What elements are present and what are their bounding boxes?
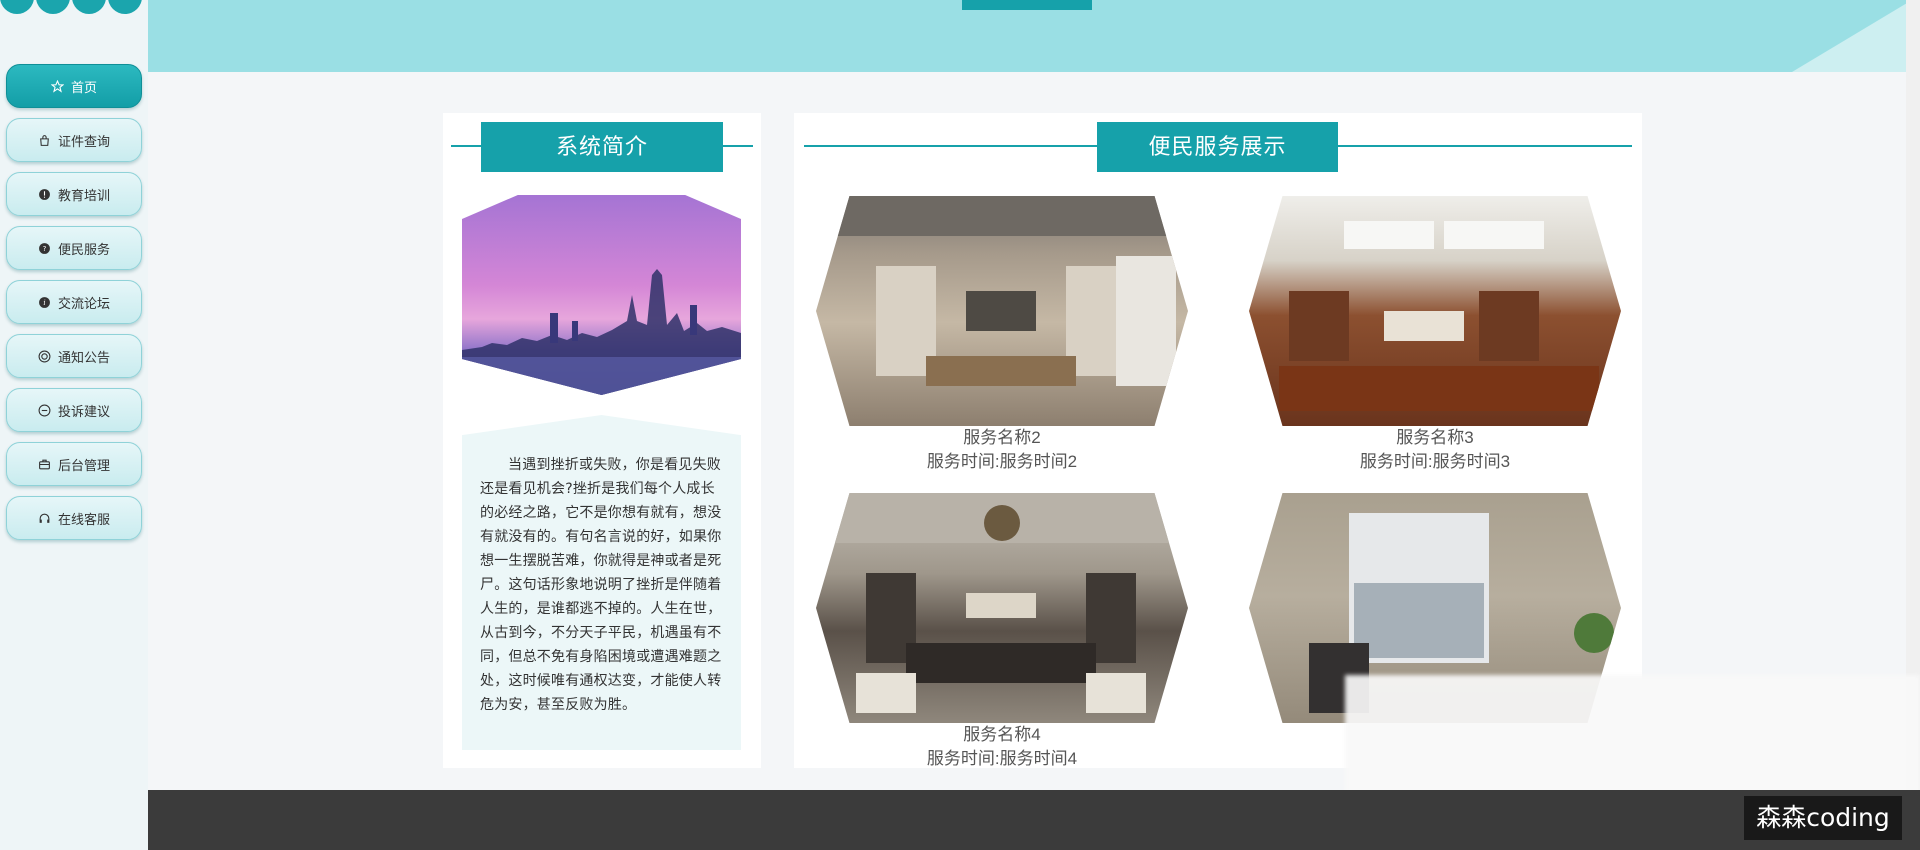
minus-circle-icon: [38, 404, 51, 417]
sidebar-item-home[interactable]: 首页: [6, 64, 142, 108]
sidebar-item-label: 教育培训: [57, 187, 110, 203]
office-illustration: [1279, 221, 1599, 411]
header-band: [148, 0, 1912, 72]
headset-icon: [38, 512, 51, 525]
decorative-scallops: [0, 0, 142, 18]
active-tab-indicator: [962, 0, 1092, 10]
sidebar-item-services[interactable]: ? 便民服务: [6, 226, 142, 270]
service-card[interactable]: 服务名称4 服务时间:服务时间4: [816, 493, 1188, 771]
bag-icon: [38, 134, 51, 147]
help-circle-icon: ?: [38, 242, 51, 255]
briefcase-icon: [38, 458, 51, 471]
office-illustration: [816, 493, 1188, 713]
sidebar-item-admin[interactable]: 后台管理: [6, 442, 142, 486]
service-name: 服务名称4: [963, 725, 1041, 744]
page-footer: [148, 790, 1920, 850]
sidebar-menu: 首页 证件查询 教育培训 ? 便民服务 i 交流论坛 通知公告 投诉建议 后台管…: [6, 64, 142, 550]
service-card[interactable]: 服务名称3 服务时间:服务时间3: [1249, 196, 1621, 474]
sidebar-item-label: 投诉建议: [57, 403, 110, 419]
sidebar-item-label: 证件查询: [57, 133, 110, 149]
sidebar-item-certificate-query[interactable]: 证件查询: [6, 118, 142, 162]
sidebar: 首页 证件查询 教育培训 ? 便民服务 i 交流论坛 通知公告 投诉建议 后台管…: [0, 0, 148, 850]
system-intro-panel: 系统简介 当遇到挫折或失败，你是看见失败还是看见机会?挫折是我们每个人成长的必经…: [443, 113, 761, 768]
office-photo: [816, 493, 1188, 723]
alert-circle-icon: [38, 188, 51, 201]
blurred-overlay: [1345, 675, 1920, 803]
intro-text-box: 当遇到挫折或失败，你是看见失败还是看见机会?挫折是我们每个人成长的必经之路，它不…: [462, 415, 741, 750]
service-card[interactable]: 服务名称2 服务时间:服务时间2: [816, 196, 1188, 474]
target-icon: [38, 350, 51, 363]
services-title: 便民服务展示: [1097, 122, 1338, 172]
header-corner-decoration: [1792, 0, 1912, 72]
sidebar-item-label: 后台管理: [57, 457, 110, 473]
skyline-illustration: [462, 269, 741, 395]
sidebar-item-forum[interactable]: i 交流论坛: [6, 280, 142, 324]
intro-paragraph: 当遇到挫折或失败，你是看见失败还是看见机会?挫折是我们每个人成长的必经之路，它不…: [480, 457, 722, 713]
sidebar-item-label: 首页: [70, 79, 97, 95]
service-time: 服务时间:服务时间4: [926, 749, 1078, 768]
svg-text:?: ?: [43, 244, 47, 253]
sidebar-item-label: 便民服务: [57, 241, 110, 257]
service-name: 服务名称3: [1396, 428, 1474, 447]
service-time: 服务时间:服务时间2: [926, 452, 1078, 471]
office-photo: [1249, 196, 1621, 426]
sidebar-item-online-support[interactable]: 在线客服: [6, 496, 142, 540]
scallop-decoration: [0, 0, 34, 14]
services-panel: 便民服务展示 服务名称2 服务时间:服务时间2 服务名称3 服务时间:服务时间3…: [794, 113, 1642, 768]
service-name: 服务名称2: [963, 428, 1041, 447]
sidebar-item-complaints[interactable]: 投诉建议: [6, 388, 142, 432]
info-circle-icon: i: [38, 296, 51, 309]
scallop-decoration: [36, 0, 70, 14]
sidebar-item-label: 在线客服: [57, 511, 110, 527]
sidebar-item-label: 通知公告: [57, 349, 110, 365]
scallop-decoration: [108, 0, 142, 14]
service-time: 服务时间:服务时间3: [1359, 452, 1511, 471]
intro-title: 系统简介: [481, 122, 723, 172]
sidebar-item-education[interactable]: 教育培训: [6, 172, 142, 216]
sidebar-item-notices[interactable]: 通知公告: [6, 334, 142, 378]
office-illustration: [816, 196, 1188, 386]
office-photo: [816, 196, 1188, 426]
svg-text:i: i: [43, 298, 45, 307]
star-icon: [50, 79, 64, 93]
scallop-decoration: [72, 0, 106, 14]
watermark: 森森coding: [1744, 796, 1902, 840]
city-skyline-image: [462, 195, 741, 395]
sidebar-item-label: 交流论坛: [57, 295, 110, 311]
